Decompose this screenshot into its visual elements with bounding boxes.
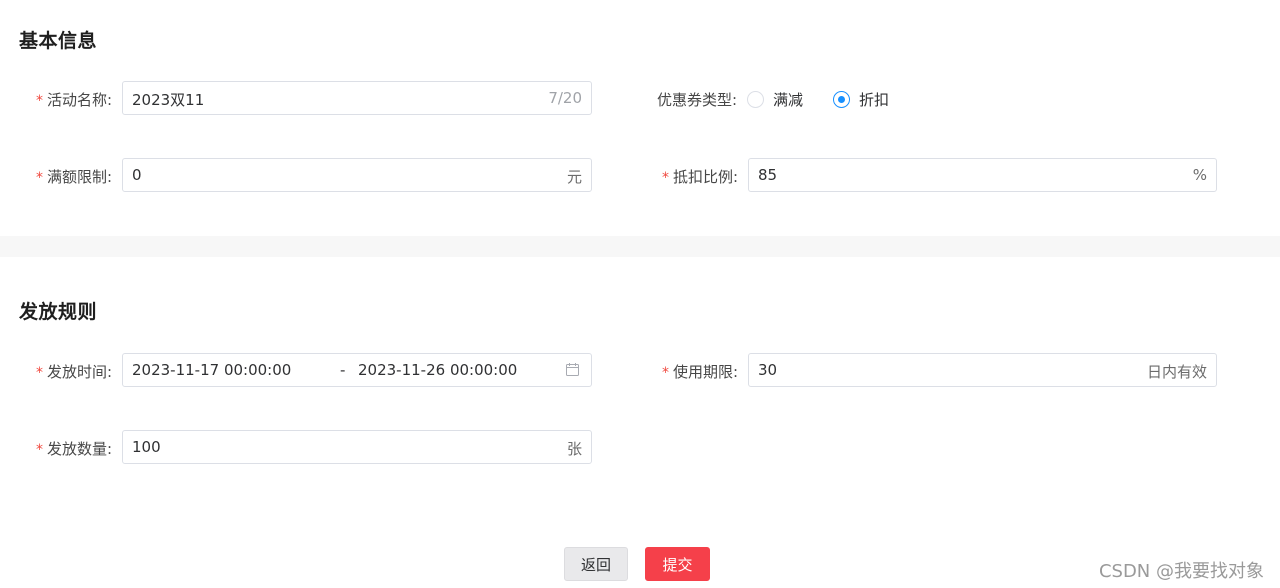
section-title-issue-rules: 发放规则	[19, 301, 98, 323]
validity-value: 30	[758, 361, 778, 379]
required-mark: *	[662, 365, 669, 381]
activity-name-value: 2023双11	[132, 91, 205, 109]
threshold-suffix: 元	[566, 168, 582, 186]
threshold-label: * 满额限制:	[36, 166, 112, 187]
radio-circle-checked-icon[interactable]	[833, 90, 851, 108]
submit-button[interactable]: 提交	[645, 547, 710, 581]
issue-time-label: * 发放时间:	[36, 361, 112, 382]
discount-ratio-input[interactable]: 85 %	[748, 158, 1217, 192]
activity-name-label: * 活动名称:	[36, 89, 112, 110]
back-button[interactable]: 返回	[564, 547, 628, 581]
issue-time-range-picker[interactable]: 2023-11-17 00:00:00 - 2023-11-26 00:00:0…	[122, 353, 592, 387]
radio-full-reduction-label: 满减	[773, 90, 804, 109]
coupon-type-label: 优惠券类型:	[657, 91, 738, 109]
radio-circle-unchecked-icon[interactable]	[747, 90, 764, 108]
discount-ratio-label: * 抵扣比例:	[662, 166, 738, 187]
section-title-basic-info: 基本信息	[19, 30, 98, 52]
validity-suffix: 日内有效	[1146, 363, 1207, 381]
quantity-input[interactable]: 100 张	[122, 430, 592, 464]
required-mark: *	[36, 93, 43, 109]
discount-ratio-value: 85	[758, 166, 778, 184]
required-mark: *	[662, 170, 669, 186]
required-mark: *	[36, 365, 43, 381]
threshold-label-text: 满额限制:	[47, 168, 113, 186]
issue-time-separator: -	[340, 361, 346, 379]
validity-input[interactable]: 30 日内有效	[748, 353, 1217, 387]
discount-ratio-suffix: %	[1192, 166, 1207, 184]
radio-discount[interactable]: 折扣	[833, 89, 889, 110]
quantity-value: 100	[132, 438, 161, 456]
watermark: CSDN @我要找对象	[1098, 561, 1264, 582]
validity-label-text: 使用期限:	[673, 363, 739, 381]
validity-label: * 使用期限:	[662, 361, 738, 382]
radio-discount-label: 折扣	[859, 90, 890, 109]
discount-ratio-label-text: 抵扣比例:	[673, 168, 739, 186]
coupon-type-radio-group: 满减 折扣	[747, 88, 919, 110]
quantity-label: * 发放数量:	[36, 438, 112, 459]
threshold-value: 0	[132, 166, 142, 184]
required-mark: *	[36, 442, 43, 458]
quantity-label-text: 发放数量:	[47, 440, 113, 458]
calendar-icon[interactable]	[566, 363, 579, 376]
issue-time-label-text: 发放时间:	[47, 363, 113, 381]
activity-name-label-text: 活动名称:	[47, 91, 113, 109]
threshold-input[interactable]: 0 元	[122, 158, 592, 192]
quantity-suffix: 张	[566, 440, 582, 458]
issue-time-end[interactable]: 2023-11-26 00:00:00	[358, 361, 517, 379]
required-mark: *	[36, 170, 43, 186]
radio-full-reduction[interactable]: 满减	[747, 89, 803, 110]
activity-name-input[interactable]: 2023双11 7/20	[122, 81, 592, 115]
issue-time-start[interactable]: 2023-11-17 00:00:00	[132, 361, 291, 379]
section-divider	[0, 236, 1280, 257]
activity-name-counter: 7/20	[548, 89, 582, 107]
